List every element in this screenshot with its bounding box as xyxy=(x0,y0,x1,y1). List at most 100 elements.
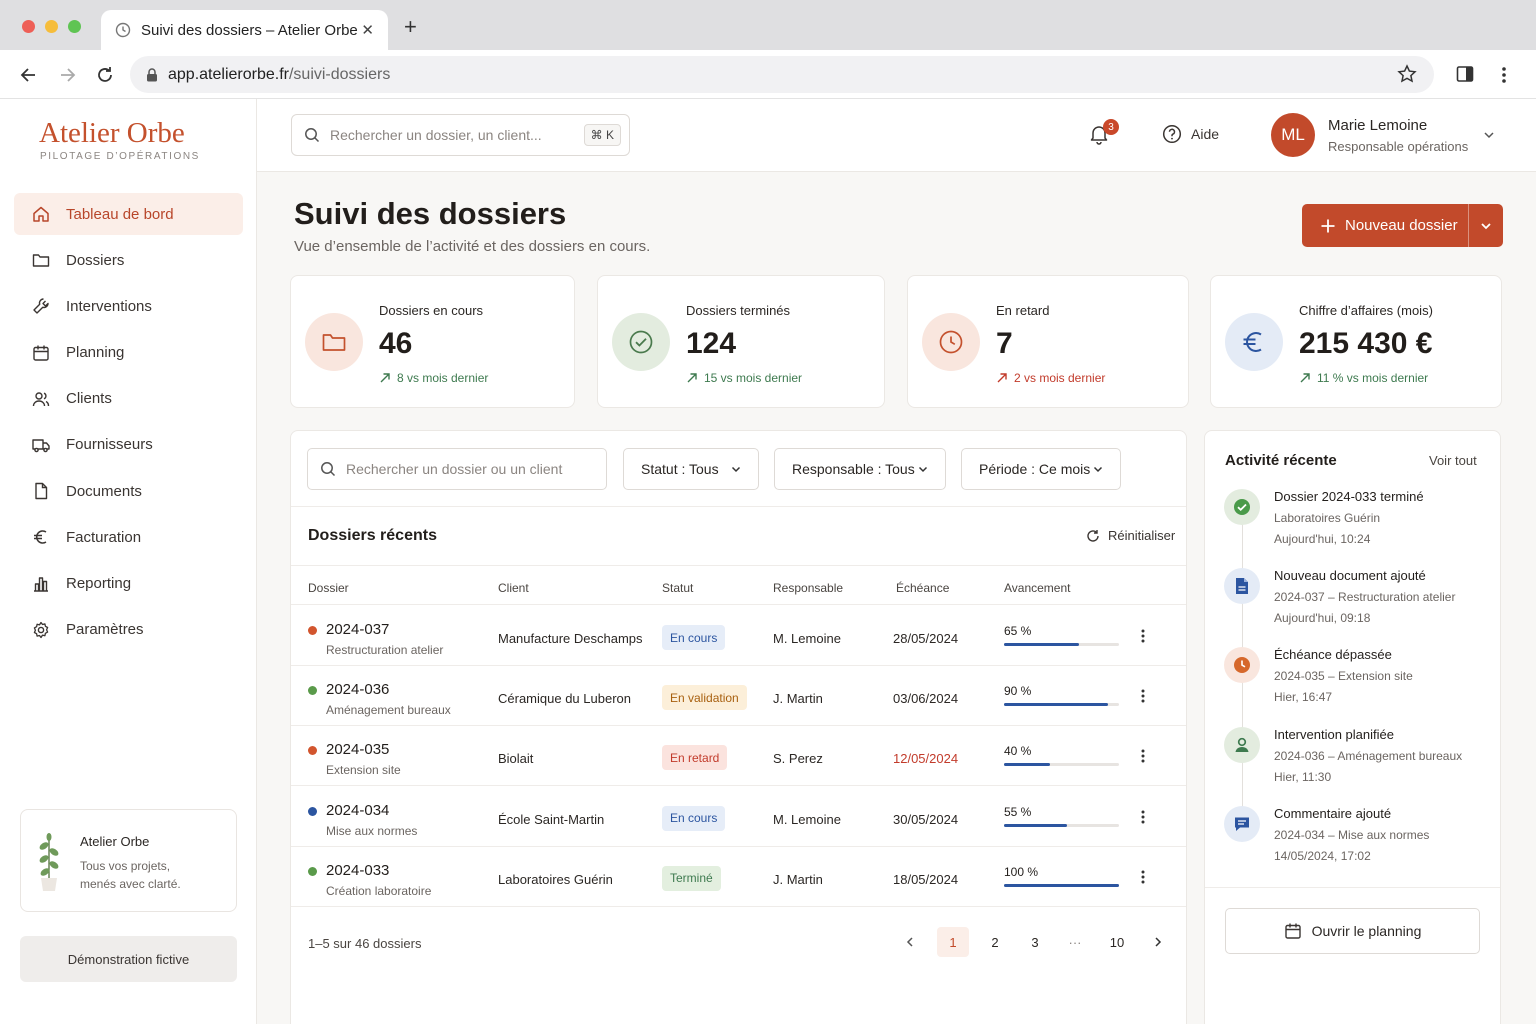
page-button-1[interactable]: 1 xyxy=(937,927,969,957)
kpi-card-chiffre-affaires[interactable]: Chiffre d’affaires (mois) 215 430 € 11 %… xyxy=(1210,275,1502,408)
dossier-search-placeholder: Rechercher un dossier ou un client xyxy=(346,461,563,477)
dossier-search-input[interactable]: Rechercher un dossier ou un client xyxy=(307,448,607,490)
browser-menu-icon[interactable] xyxy=(1500,65,1508,85)
period-filter-select[interactable]: Période : Ce mois xyxy=(961,448,1121,490)
page-subtitle: Vue d’ensemble de l’activité et des doss… xyxy=(294,238,651,255)
sidebar-nav: Tableau de bord Dossiers Interventions P… xyxy=(14,193,243,655)
sidebar-item-tableau-de-bord[interactable]: Tableau de bord xyxy=(14,193,243,235)
kpi-value: 215 430 € xyxy=(1299,327,1433,360)
row-menu-icon[interactable] xyxy=(1140,688,1146,704)
status-filter-select[interactable]: Statut : Tous xyxy=(623,448,759,490)
kpi-card-dossiers-en-cours[interactable]: Dossiers en cours 46 8 vs mois dernier xyxy=(290,275,575,408)
activity-item-subtitle: 2024-037 – Restructuration atelier xyxy=(1274,590,1456,605)
new-dossier-main-button[interactable]: Nouveau dossier xyxy=(1302,204,1469,247)
row-menu-icon[interactable] xyxy=(1140,809,1146,825)
demo-badge[interactable]: Démonstration fictive xyxy=(20,936,237,982)
close-window-button[interactable] xyxy=(22,20,35,33)
sidebar-item-label: Planning xyxy=(66,344,125,362)
prev-page-button[interactable] xyxy=(895,927,925,957)
sidebar-item-planning[interactable]: Planning xyxy=(14,332,243,374)
trend-up-icon xyxy=(687,373,697,383)
sidebar-item-clients[interactable]: Clients xyxy=(14,378,243,420)
sidebar-item-interventions[interactable]: Interventions xyxy=(14,285,243,327)
column-header-client[interactable]: Client xyxy=(498,581,529,595)
column-header-echeance[interactable]: Échéance xyxy=(896,581,949,595)
global-search-input[interactable]: Rechercher un dossier, un client... ⌘ K xyxy=(291,114,630,156)
dossier-id[interactable]: 2024-037 xyxy=(326,621,389,638)
table-row[interactable]: 2024-033 Création laboratoire Laboratoires… xyxy=(291,847,1186,907)
kpi-label: Chiffre d’affaires (mois) xyxy=(1299,303,1433,318)
section-title: Dossiers récents xyxy=(308,527,437,544)
reload-icon[interactable] xyxy=(95,65,115,85)
status-dot xyxy=(308,866,317,876)
kpi-card-dossiers-termines[interactable]: Dossiers terminés 124 15 vs mois dernier xyxy=(597,275,885,408)
owner-name: S. Perez xyxy=(773,751,823,767)
chevron-down-icon xyxy=(1093,466,1103,473)
table-row[interactable]: 2024-036 Aménagement bureaux Céramique du … xyxy=(291,666,1186,727)
column-header-avancement[interactable]: Avancement xyxy=(1004,581,1071,595)
browser-tab[interactable]: Suivi des dossiers – Atelier Orbe ✕ xyxy=(101,10,388,50)
row-menu-icon[interactable] xyxy=(1140,628,1146,644)
plus-icon xyxy=(1321,219,1335,232)
due-date: 12/05/2024 xyxy=(893,751,959,767)
activity-item-title: Nouveau document ajouté xyxy=(1274,568,1426,584)
new-dossier-label: Nouveau dossier xyxy=(1345,217,1458,234)
sidebar-item-dossiers[interactable]: Dossiers xyxy=(14,239,243,281)
dossier-id[interactable]: 2024-035 xyxy=(326,741,389,758)
search-icon xyxy=(321,462,336,477)
user-name[interactable]: Marie Lemoine xyxy=(1328,117,1427,134)
reset-filters-button[interactable]: Réinitialiser xyxy=(1086,528,1175,543)
row-menu-icon[interactable] xyxy=(1140,869,1146,885)
column-header-statut[interactable]: Statut xyxy=(662,581,693,595)
sidebar-item-documents[interactable]: Documents xyxy=(14,470,243,512)
row-menu-icon[interactable] xyxy=(1140,748,1146,764)
page-button-10[interactable]: 10 xyxy=(1100,927,1134,957)
sidebar-item-parametres[interactable]: Paramètres xyxy=(14,609,243,651)
check-icon xyxy=(1224,489,1260,525)
close-tab-icon[interactable]: ✕ xyxy=(361,21,374,39)
column-header-dossier[interactable]: Dossier xyxy=(308,581,349,595)
activity-item[interactable]: Dossier 2024-033 terminé Laboratoires Gué… xyxy=(1205,489,1500,568)
maximize-window-button[interactable] xyxy=(68,20,81,33)
sidebar-item-facturation[interactable]: Facturation xyxy=(14,516,243,558)
tab-title: Suivi des dossiers – Atelier Orbe xyxy=(141,21,358,39)
dossier-id[interactable]: 2024-034 xyxy=(326,802,389,819)
page-button-3[interactable]: 3 xyxy=(1019,927,1051,957)
see-all-link[interactable]: Voir tout xyxy=(1429,453,1477,468)
forward-icon[interactable] xyxy=(57,65,77,85)
dossier-id[interactable]: 2024-033 xyxy=(326,862,389,879)
avatar[interactable]: ML xyxy=(1271,113,1315,157)
chevron-down-icon[interactable] xyxy=(1482,128,1496,142)
owner-filter-select[interactable]: Responsable : Tous xyxy=(774,448,946,490)
url-field[interactable]: app.atelierorbe.fr/suivi-dossiers xyxy=(130,56,1434,93)
sidebar-toggle-icon[interactable] xyxy=(1456,65,1474,83)
notification-count-badge: 3 xyxy=(1103,119,1119,135)
sidebar-item-fournisseurs[interactable]: Fournisseurs xyxy=(14,424,243,466)
table-row[interactable]: 2024-037 Restructuration atelier Manufactu… xyxy=(291,606,1186,666)
new-tab-button[interactable]: + xyxy=(404,14,417,40)
bookmark-star-icon[interactable] xyxy=(1397,64,1417,84)
brand-logo[interactable]: Atelier Orbe xyxy=(39,117,185,150)
next-page-button[interactable] xyxy=(1143,927,1173,957)
dossier-id[interactable]: 2024-036 xyxy=(326,681,389,698)
sidebar-item-reporting[interactable]: Reporting xyxy=(14,563,243,605)
activity-item-title: Échéance dépassée xyxy=(1274,647,1392,663)
window-controls xyxy=(22,20,81,33)
minimize-window-button[interactable] xyxy=(45,20,58,33)
dossier-description: Création laboratoire xyxy=(326,883,432,898)
kpi-card-en-retard[interactable]: En retard 7 2 vs mois dernier xyxy=(907,275,1189,408)
activity-item[interactable]: Commentaire ajouté 2024-034 – Mise aux no… xyxy=(1205,805,1500,885)
column-header-responsable[interactable]: Responsable xyxy=(773,581,843,595)
help-button[interactable]: Aide xyxy=(1162,124,1219,144)
page-button-2[interactable]: 2 xyxy=(979,927,1011,957)
new-dossier-dropdown-button[interactable] xyxy=(1469,219,1503,233)
kpi-trend-text: 2 vs mois dernier xyxy=(1014,371,1106,385)
filter-bar: Rechercher un dossier ou un client Statu… xyxy=(291,431,1186,507)
open-planning-button[interactable]: Ouvrir le planning xyxy=(1225,908,1480,954)
activity-item[interactable]: Intervention planifiée 2024-036 – Aménage… xyxy=(1205,726,1500,806)
activity-item[interactable]: Échéance dépassée 2024-035 – Extension si… xyxy=(1205,647,1500,726)
activity-item[interactable]: Nouveau document ajouté 2024-037 – Restru… xyxy=(1205,568,1500,647)
table-row[interactable]: 2024-034 Mise aux normes École Saint-Marti… xyxy=(291,787,1186,847)
back-icon[interactable] xyxy=(19,65,39,85)
table-row[interactable]: 2024-035 Extension site Biolait En retard S.… xyxy=(291,726,1186,787)
